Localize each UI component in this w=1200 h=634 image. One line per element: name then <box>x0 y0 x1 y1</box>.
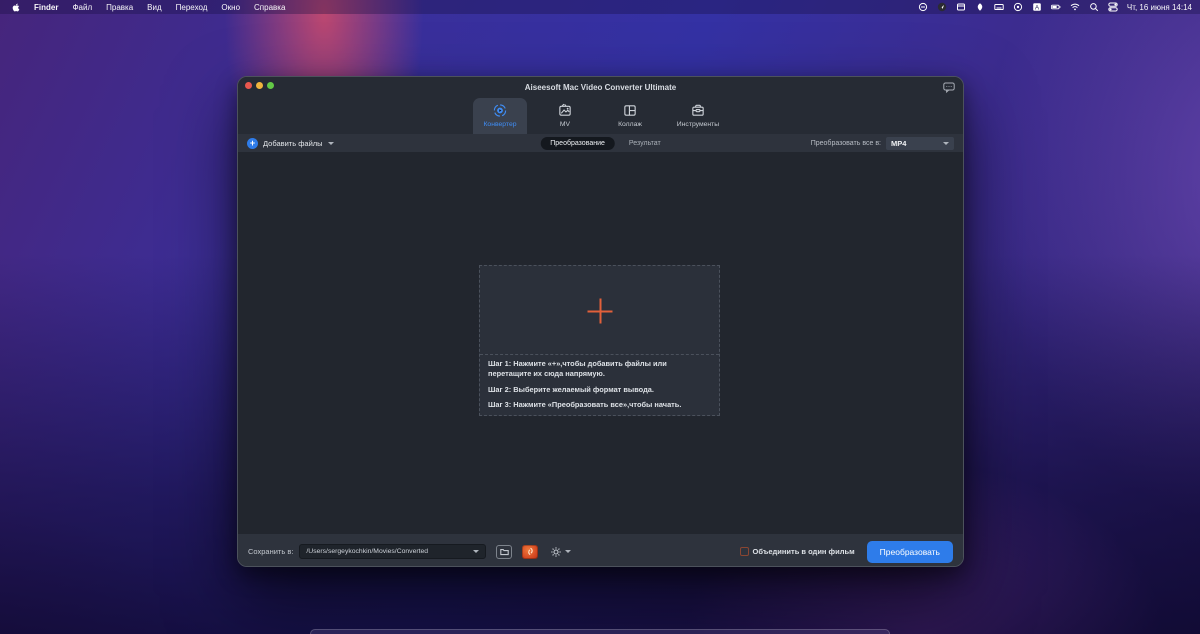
mv-icon <box>557 102 573 119</box>
gear-icon <box>550 546 562 558</box>
chevron-down-icon <box>565 550 571 553</box>
window-title: Aiseesoft Mac Video Converter Ultimate <box>238 83 963 92</box>
step-2: Шаг 2: Выберите желаемый формат вывода. <box>488 385 711 396</box>
toolbar: + Добавить файлы Преобразование Результа… <box>238 134 963 152</box>
convert-all-group: Преобразовать все в: MP4 <box>811 137 954 150</box>
window-header: Aiseesoft Mac Video Converter Ultimate К… <box>238 77 963 134</box>
menubar-clock[interactable]: Чт, 16 июня 14:14 <box>1127 3 1192 12</box>
converter-icon <box>492 102 508 119</box>
segment-converting[interactable]: Преобразование <box>540 137 615 150</box>
step-1: Шаг 1: Нажмите «+»,чтобы добавить файлы … <box>488 359 711 380</box>
battery-icon[interactable] <box>1051 2 1061 12</box>
converter-content: Шаг 1: Нажмите «+»,чтобы добавить файлы … <box>238 152 963 534</box>
spotlight-icon[interactable] <box>1089 2 1099 12</box>
input-source-icon[interactable]: A <box>1032 2 1042 12</box>
keyboard-icon[interactable] <box>994 2 1004 12</box>
menu-item-edit[interactable]: Правка <box>106 3 133 12</box>
output-format-select[interactable]: MP4 <box>886 137 954 150</box>
drop-zone-steps: Шаг 1: Нажмите «+»,чтобы добавить файлы … <box>480 354 719 415</box>
menu-item-finder[interactable]: Finder <box>34 3 58 12</box>
tab-converter[interactable]: Конвертер <box>473 98 527 134</box>
control-center-icon[interactable] <box>1108 2 1118 12</box>
petal-icon[interactable] <box>975 2 985 12</box>
menu-item-view[interactable]: Вид <box>147 3 161 12</box>
toolbox-icon <box>690 102 706 119</box>
output-format-value: MP4 <box>891 139 939 148</box>
chevron-down-icon <box>473 550 479 553</box>
wifi-icon[interactable] <box>1070 2 1080 12</box>
save-path-value: /Users/sergeykochkin/Movies/Converted <box>306 548 469 555</box>
bottom-bar: Сохранить в: /Users/sergeykochkin/Movies… <box>238 534 963 567</box>
step-3: Шаг 3: Нажмите «Преобразовать все»,чтобы… <box>488 400 711 411</box>
chevron-down-icon <box>328 142 334 145</box>
convert-all-label: Преобразовать все в: <box>811 140 881 147</box>
feedback-bubble-icon[interactable] <box>942 81 955 93</box>
app-window: Aiseesoft Mac Video Converter Ultimate К… <box>237 76 964 567</box>
record-icon[interactable] <box>1013 2 1023 12</box>
merge-label: Объединить в один фильм <box>753 547 855 556</box>
tab-mv-label: MV <box>560 121 570 128</box>
meeting-icon[interactable] <box>918 2 928 12</box>
open-folder-button[interactable] <box>496 545 512 559</box>
save-to-label: Сохранить в: <box>248 547 293 556</box>
add-plus-cross-icon <box>587 298 612 323</box>
menu-item-file[interactable]: Файл <box>72 3 92 12</box>
menu-bar: Finder Файл Правка Вид Переход Окно Спра… <box>0 0 1200 14</box>
tab-tools-label: Инструменты <box>677 121 719 128</box>
merge-option: Объединить в один фильм <box>740 547 855 556</box>
convert-all-button[interactable]: Преобразовать <box>867 541 953 563</box>
zoom-button[interactable] <box>267 82 274 89</box>
add-files-button[interactable]: + Добавить файлы <box>247 138 334 149</box>
view-segmented-control: Преобразование Результат <box>540 137 661 150</box>
menu-item-help[interactable]: Справка <box>254 3 285 12</box>
main-tabs: Конвертер MV Коллаж Инструменты <box>238 98 963 134</box>
segment-result[interactable]: Результат <box>629 140 661 147</box>
traffic-lights <box>245 82 274 89</box>
file-drop-zone[interactable]: Шаг 1: Нажмите «+»,чтобы добавить файлы … <box>479 265 720 416</box>
tab-converter-label: Конвертер <box>483 121 516 128</box>
tab-collage-label: Коллаж <box>618 121 642 128</box>
high-speed-conversion-button[interactable] <box>522 545 538 559</box>
tab-collage[interactable]: Коллаж <box>603 98 657 134</box>
title-bar: Aiseesoft Mac Video Converter Ultimate <box>238 77 963 98</box>
collage-icon <box>622 102 638 119</box>
chevron-down-icon <box>943 142 949 145</box>
add-files-label: Добавить файлы <box>263 139 323 148</box>
close-button[interactable] <box>245 82 252 89</box>
minimize-button[interactable] <box>256 82 263 89</box>
menu-item-window[interactable]: Окно <box>221 3 240 12</box>
settings-button[interactable] <box>550 546 571 558</box>
tab-tools[interactable]: Инструменты <box>668 98 728 134</box>
dock-edge <box>310 629 890 634</box>
menu-item-go[interactable]: Переход <box>176 3 208 12</box>
tab-mv[interactable]: MV <box>538 98 592 134</box>
archive-icon[interactable] <box>956 2 966 12</box>
save-path-select[interactable]: /Users/sergeykochkin/Movies/Converted <box>299 544 486 559</box>
add-plus-icon: + <box>247 138 258 149</box>
drop-zone-top <box>480 266 719 354</box>
apple-menu-icon[interactable] <box>12 3 20 12</box>
location-icon[interactable] <box>937 2 947 12</box>
svg-text:A: A <box>1035 4 1040 11</box>
merge-checkbox[interactable] <box>740 547 749 556</box>
